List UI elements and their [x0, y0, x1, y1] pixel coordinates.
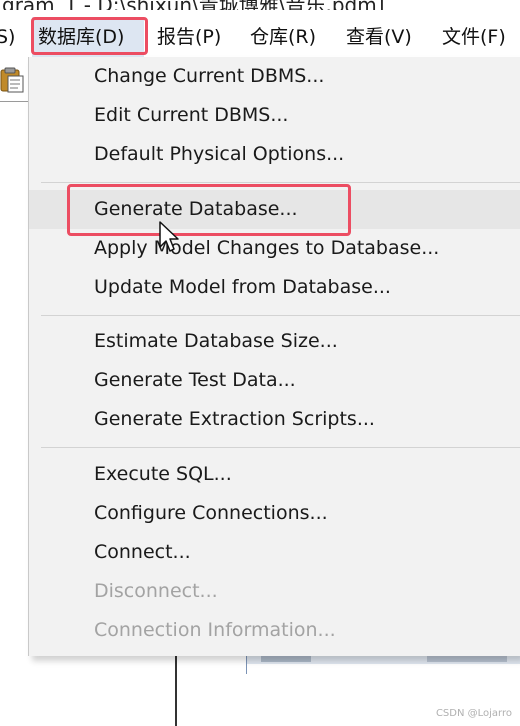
- menu-item-connect[interactable]: Connect...: [29, 533, 520, 572]
- menu-item-generate-extraction-scripts[interactable]: Generate Extraction Scripts...: [29, 400, 520, 439]
- menu-item-disconnect: Disconnect...: [94, 580, 218, 602]
- menu-item-configure-connections[interactable]: Configure Connections...: [29, 494, 520, 533]
- menu-separator: [41, 315, 520, 316]
- menu-report[interactable]: 报告(P): [157, 17, 221, 57]
- menu-item-update-model-from-database[interactable]: Update Model from Database...: [29, 268, 520, 307]
- workspace-left-strip: [0, 57, 28, 726]
- menu-item-connection-information: Connection Information...: [94, 619, 336, 641]
- background-window-body: [247, 664, 520, 676]
- menu-separator: [41, 447, 520, 448]
- annotation-highlight-database-menu: [31, 17, 148, 55]
- menu-view[interactable]: 查看(V): [346, 17, 412, 57]
- diagram-line: [175, 655, 177, 726]
- menu-item-change-current-dbms[interactable]: Change Current DBMS...: [29, 57, 520, 96]
- toolbar-divider: [0, 101, 28, 102]
- window-title: gram_1 - D:\shixun\青城博雅\音乐.pdm]: [0, 0, 520, 10]
- menu-separator: [41, 182, 520, 183]
- menu-item-default-physical-options[interactable]: Default Physical Options...: [29, 135, 520, 174]
- menu-item-generate-test-data[interactable]: Generate Test Data...: [29, 361, 520, 400]
- database-dropdown-menu: Change Current DBMS... Edit Current DBMS…: [28, 57, 520, 656]
- window-title-text: gram_1 - D:\shixun\青城博雅\音乐.pdm]: [2, 0, 385, 10]
- menu-item-estimate-database-size[interactable]: Estimate Database Size...: [29, 322, 520, 361]
- menu-item-execute-sql[interactable]: Execute SQL...: [29, 455, 520, 494]
- annotation-highlight-generate-database: [67, 184, 351, 236]
- menu-repository[interactable]: 仓库(R): [250, 17, 316, 57]
- menu-partial-item[interactable]: S): [0, 17, 15, 57]
- menu-item-edit-current-dbms[interactable]: Edit Current DBMS...: [29, 96, 520, 135]
- watermark: CSDN @Lojarro: [435, 708, 512, 719]
- menu-file[interactable]: 文件(F): [442, 17, 506, 57]
- clipboard-icon[interactable]: [0, 67, 24, 93]
- mouse-pointer-icon: [159, 221, 179, 252]
